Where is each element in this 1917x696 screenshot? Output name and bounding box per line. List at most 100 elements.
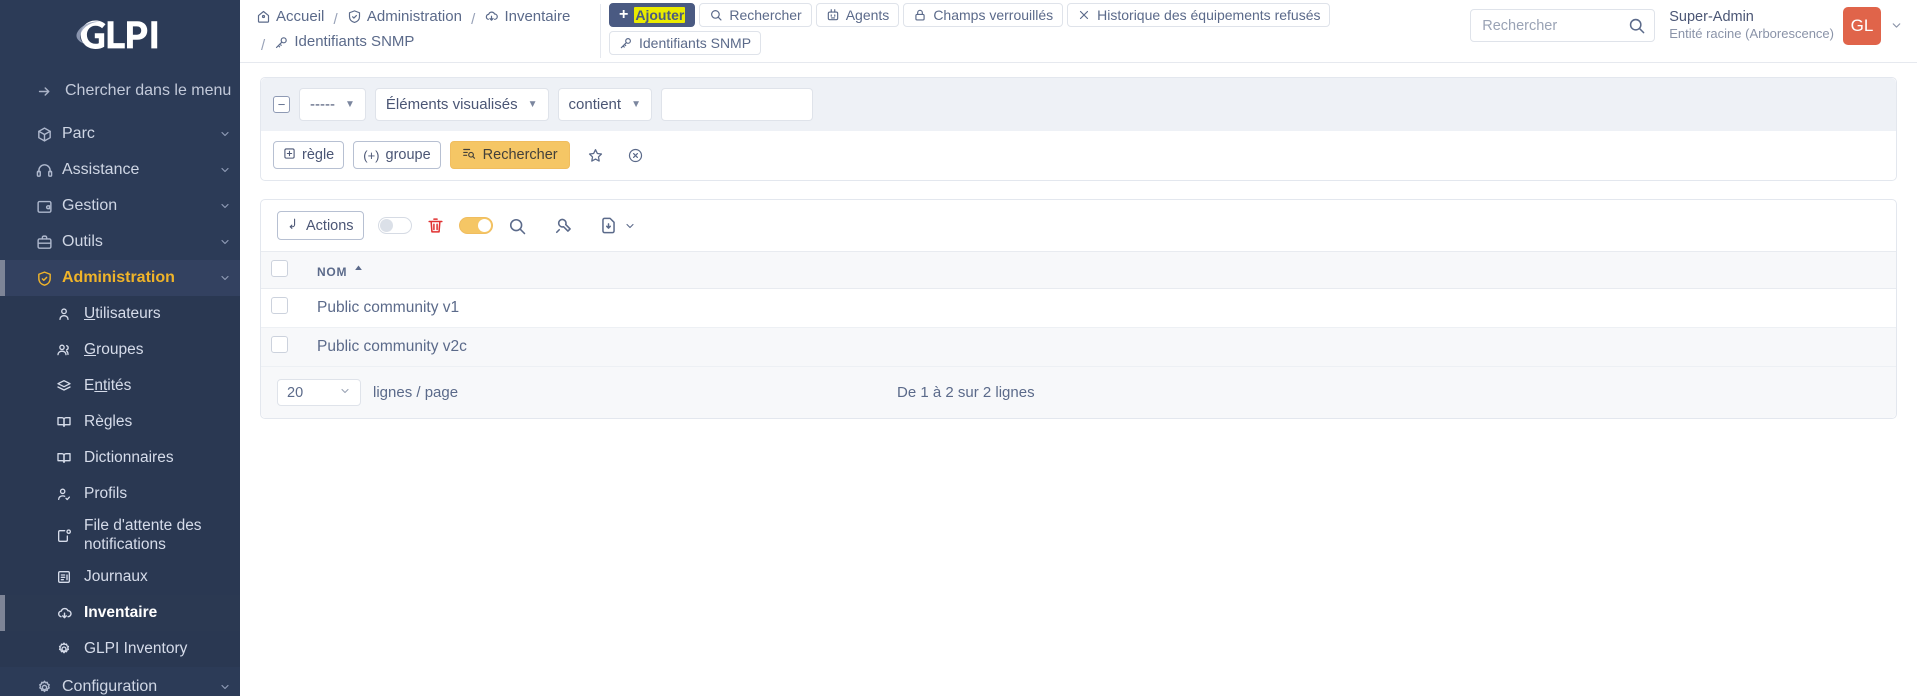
users-icon <box>56 342 84 358</box>
tab-identifiants-snmp[interactable]: Identifiants SNMP <box>609 31 762 55</box>
sidebar-item-label: Groupes <box>84 340 144 358</box>
criteria-actions: règle (+) groupe Rechercher <box>261 131 1896 181</box>
tab-historique-equipements-refuses[interactable]: Historique des équipements refusés <box>1067 3 1331 27</box>
breadcrumb-label: Identifiants SNMP <box>294 33 415 51</box>
sidebar-item-label: Assistance <box>62 161 140 178</box>
results-table: NOM Public community v1 Public community… <box>261 251 1896 368</box>
lock-icon <box>913 8 927 22</box>
shield-check-icon <box>36 270 62 287</box>
star-icon[interactable] <box>587 147 604 164</box>
user-icon <box>56 306 84 322</box>
sidebar-item-administration[interactable]: Administration <box>0 260 240 296</box>
tab-rechercher[interactable]: Rechercher <box>699 3 812 27</box>
sidebar-item-regles[interactable]: Règles <box>0 404 240 440</box>
chevron-down-icon[interactable] <box>624 220 636 232</box>
breadcrumb-item-administration[interactable]: Administration <box>347 6 462 28</box>
key-icon <box>274 35 289 50</box>
sidebar-item-configuration[interactable]: Configuration <box>0 669 240 696</box>
sidebar-item-glpi-inventory[interactable]: GLPI Inventory <box>0 631 240 667</box>
sidebar-item-dictionnaires[interactable]: Dictionnaires <box>0 440 240 476</box>
tab-agents[interactable]: Agents <box>815 3 900 27</box>
breadcrumb-item-identifiants-snmp[interactable]: Identifiants SNMP <box>274 31 414 53</box>
key-icon <box>619 36 633 50</box>
criteria-value-input[interactable] <box>660 88 813 122</box>
chevron-down-icon <box>210 236 240 248</box>
layers-icon <box>56 378 84 394</box>
criteria-field-select[interactable]: Éléments visualisés ▼ <box>374 88 549 122</box>
add-rule-button[interactable]: règle <box>273 141 345 170</box>
sidebar-item-file-attente-notifications[interactable]: File d'attente des notifications <box>0 512 240 559</box>
table-row[interactable]: Public community v2c <box>261 327 1896 368</box>
row-link[interactable]: Public community v1 <box>317 299 459 316</box>
row-checkbox[interactable] <box>271 297 288 315</box>
sidebar-item-utilisateurs[interactable]: Utilisateurs <box>0 296 240 332</box>
row-checkbox[interactable] <box>271 336 288 354</box>
display-toggle[interactable] <box>458 217 493 235</box>
select-all-header-cell <box>261 251 307 290</box>
search-submit-button[interactable]: Rechercher <box>449 141 570 170</box>
chevron-down-icon[interactable] <box>1890 19 1903 32</box>
search-icon[interactable] <box>1627 16 1646 35</box>
search-icon[interactable] <box>507 216 527 236</box>
sidebar-item-groupes[interactable]: Groupes <box>0 332 240 368</box>
sidebar-item-entites[interactable]: Entités <box>0 368 240 404</box>
add-group-button[interactable]: (+) groupe <box>353 141 441 170</box>
select-all-checkbox[interactable] <box>271 260 288 278</box>
criteria-link-select[interactable]: ----- ▼ <box>299 88 366 122</box>
caret-down-icon: ▼ <box>527 99 538 111</box>
per-page-label: lignes / page <box>373 384 459 402</box>
plus-box-icon <box>283 147 296 164</box>
book-icon <box>56 450 84 466</box>
criteria-row: − ----- ▼ Éléments visualisés ▼ contient… <box>261 78 1896 132</box>
sidebar-item-label: Utilisateurs <box>84 304 161 322</box>
avatar[interactable]: GL <box>1843 6 1881 45</box>
content: − ----- ▼ Éléments visualisés ▼ contient… <box>240 63 1917 696</box>
column-header-nom[interactable]: NOM <box>307 251 1896 290</box>
caret-down-icon: ▼ <box>344 99 355 111</box>
sidebar-item-journaux[interactable]: Journaux <box>0 559 240 595</box>
breadcrumb-item-accueil[interactable]: Accueil <box>256 6 324 28</box>
row-link[interactable]: Public community v2c <box>317 338 467 355</box>
gear-icon <box>36 679 62 696</box>
close-x-icon <box>1077 8 1091 22</box>
sidebar-item-parc[interactable]: Parc <box>0 116 240 152</box>
breadcrumb-item-inventaire[interactable]: Inventaire <box>484 6 570 28</box>
sidebar-item-gestion[interactable]: Gestion <box>0 188 240 224</box>
user-check-icon <box>56 486 84 502</box>
minus-box-icon[interactable]: − <box>273 96 290 114</box>
per-page-select[interactable]: 20 <box>277 379 361 407</box>
user-menu[interactable]: Super-Admin Entité racine (Arborescence)… <box>1669 6 1903 45</box>
sidebar-item-label: Règles <box>84 412 133 430</box>
chevron-down-icon <box>210 272 240 284</box>
column-header-label: NOM <box>317 264 348 279</box>
sidebar-item-label: Configuration <box>62 678 158 695</box>
pagination-range: De 1 à 2 sur 2 lignes <box>897 384 1035 402</box>
wrench-icon[interactable] <box>553 216 573 236</box>
circle-x-icon[interactable] <box>627 147 644 164</box>
sidebar-item-outils[interactable]: Outils <box>0 224 240 260</box>
wallet-icon <box>36 198 62 215</box>
tab-ajouter[interactable]: + Ajouter <box>609 3 696 27</box>
sidebar-item-label: Parc <box>62 125 95 142</box>
shield-check-icon <box>347 9 362 24</box>
sidebar-menu-search[interactable]: Chercher dans le menu <box>0 72 240 110</box>
sidebar-item-profils[interactable]: Profils <box>0 476 240 512</box>
select-all-toggle[interactable] <box>377 217 412 235</box>
actions-button[interactable]: Actions <box>277 211 364 241</box>
glpi-logo-icon <box>76 20 158 49</box>
search-submit-label: Rechercher <box>482 147 558 164</box>
sidebar-nav-bottom: Configuration <box>0 669 240 696</box>
file-export-icon[interactable] <box>599 216 618 235</box>
criteria-operator-select[interactable]: contient ▼ <box>557 88 652 122</box>
table-row[interactable]: Public community v1 <box>261 288 1896 329</box>
brand-logo[interactable] <box>0 0 240 72</box>
sidebar-item-assistance[interactable]: Assistance <box>0 152 240 188</box>
trash-icon[interactable] <box>426 216 445 235</box>
sidebar-item-inventaire[interactable]: Inventaire <box>0 595 240 631</box>
breadcrumb-separator: / <box>261 36 266 54</box>
cloud-download-icon <box>56 605 84 622</box>
chevron-down-icon <box>210 681 240 693</box>
tab-champs-verrouilles[interactable]: Champs verrouillés <box>903 3 1064 27</box>
criteria-operator-value: contient <box>568 96 622 114</box>
arrow-right-icon <box>36 83 53 100</box>
